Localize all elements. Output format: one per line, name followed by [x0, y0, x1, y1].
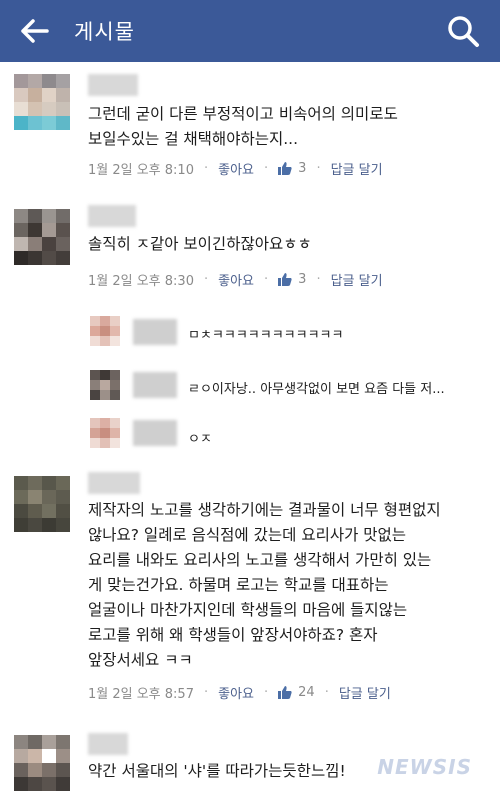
avatar[interactable] — [90, 370, 120, 400]
thumbs-up-icon — [278, 686, 292, 699]
reply-text: ㅇㅈ — [188, 432, 212, 447]
watermark-logo: NEWSIS — [377, 755, 472, 779]
like-button[interactable]: 좋아요 — [218, 270, 254, 289]
page-title: 게시물 — [74, 20, 135, 44]
thumbs-up-icon — [278, 162, 292, 175]
comment-text: 그런데 굳이 다른 부정적이고 비속어의 의미로도 보일수있는 걸 채택해야하는… — [88, 105, 398, 148]
author-name[interactable] — [133, 372, 177, 398]
comment-meta: 1월 2일 오후 8:30 · 좋아요 · 3 · 답글 달기 — [88, 270, 383, 289]
search-icon[interactable] — [446, 14, 480, 48]
comment-item: 솔직히 ㅈ같아 보이긴하잖아요ㅎㅎ 1월 2일 오후 8:30 · 좋아요 · … — [0, 200, 500, 460]
back-arrow-icon[interactable] — [18, 14, 52, 48]
reply-button[interactable]: 답글 달기 — [331, 270, 383, 289]
comment-item: 제작자의 노고를 생각하기에는 결과물이 너무 형편없지 않나요? 일례로 음식… — [0, 470, 500, 710]
timestamp: 1월 2일 오후 8:57 — [88, 686, 194, 702]
reply-button[interactable]: 답글 달기 — [331, 159, 383, 178]
comment-text: 솔직히 ㅈ같아 보이긴하잖아요ㅎㅎ — [88, 235, 312, 253]
comment-text: 제작자의 노고를 생각하기에는 결과물이 너무 형편없지 않나요? 일례로 음식… — [88, 501, 441, 669]
reply-text: ㅁㅊㅋㅋㅋㅋㅋㅋㅋㅋㅋㅋㅋ — [188, 328, 344, 343]
author-name[interactable] — [88, 74, 138, 96]
top-app-bar: 게시물 — [0, 0, 500, 62]
comment-meta: 1월 2일 오후 8:57 · 좋아요 · 24 · 답글 달기 — [88, 683, 391, 702]
avatar[interactable] — [14, 74, 70, 130]
comment-item: 그런데 굳이 다른 부정적이고 비속어의 의미로도 보일수있는 걸 채택해야하는… — [0, 62, 500, 182]
avatar[interactable] — [14, 209, 70, 265]
avatar[interactable] — [14, 476, 70, 532]
like-button[interactable]: 좋아요 — [218, 159, 254, 178]
like-button[interactable]: 좋아요 — [218, 683, 254, 702]
author-name[interactable] — [88, 472, 140, 494]
avatar[interactable] — [90, 418, 120, 448]
avatar[interactable] — [90, 316, 120, 346]
reply-text: ㄹㅇ이자낭.. 아무생각없이 보면 요즘 다들 저... — [188, 382, 445, 397]
like-count: 24 — [298, 684, 315, 700]
author-name[interactable] — [88, 205, 136, 227]
avatar[interactable] — [14, 735, 70, 791]
comment-meta: 1월 2일 오후 8:10 · 좋아요 · 3 · 답글 달기 — [88, 159, 383, 178]
author-name[interactable] — [133, 420, 177, 446]
author-name[interactable] — [88, 733, 128, 755]
timestamp: 1월 2일 오후 8:10 — [88, 162, 194, 178]
comment-text: 약간 서울대의 '샤'를 따라가는듯한느낌! — [88, 762, 346, 780]
like-count: 3 — [298, 160, 307, 176]
author-name[interactable] — [133, 319, 177, 345]
like-count: 3 — [298, 271, 307, 287]
reply-button[interactable]: 답글 달기 — [339, 683, 391, 702]
thumbs-up-icon — [278, 273, 292, 286]
timestamp: 1월 2일 오후 8:30 — [88, 273, 194, 289]
